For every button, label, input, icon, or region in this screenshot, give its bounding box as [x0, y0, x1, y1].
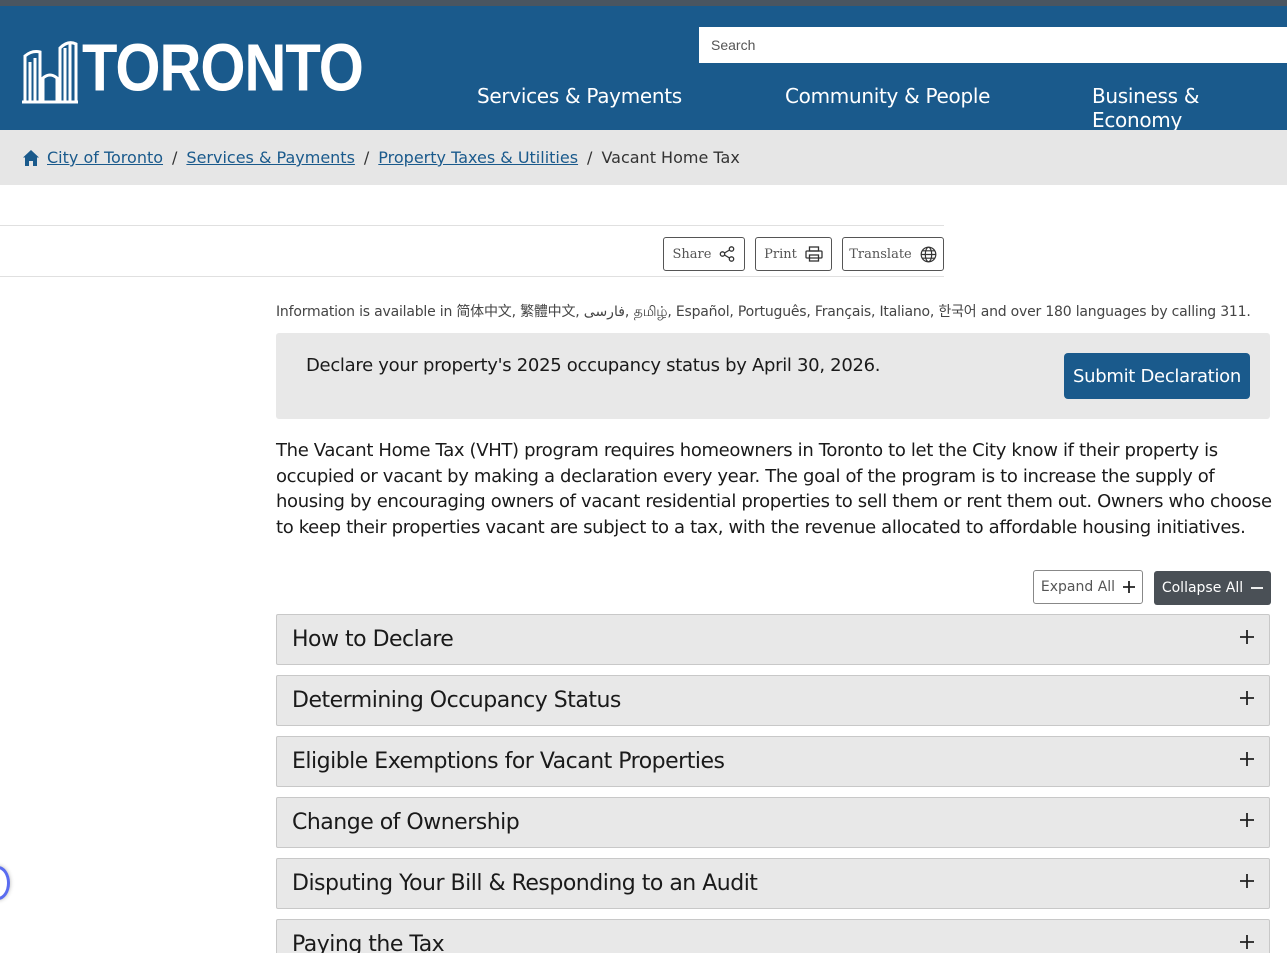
breadcrumb-city-of-toronto[interactable]: City of Toronto: [47, 148, 163, 167]
breadcrumb-current: Vacant Home Tax: [601, 148, 740, 167]
plus-icon: [1240, 630, 1254, 644]
plus-icon: [1240, 691, 1254, 705]
print-button[interactable]: Print: [755, 237, 832, 271]
plus-icon: [1240, 752, 1254, 766]
share-button[interactable]: Share: [663, 237, 745, 271]
breadcrumb-services-payments[interactable]: Services & Payments: [186, 148, 355, 167]
divider: [0, 276, 944, 277]
accordion-how-to-declare[interactable]: How to Declare: [276, 614, 1270, 665]
plus-icon: [1240, 813, 1254, 827]
accordion-disputing-bill[interactable]: Disputing Your Bill & Responding to an A…: [276, 858, 1270, 909]
intro-paragraph: The Vacant Home Tax (VHT) program requir…: [276, 440, 1272, 538]
accordion-title: Eligible Exemptions for Vacant Propertie…: [292, 749, 725, 774]
collapse-all-label: Collapse All: [1161, 580, 1244, 596]
share-icon: [720, 246, 735, 262]
site-header: TORONTO Services & Payments Community & …: [0, 6, 1287, 132]
accordion-determining-occupancy[interactable]: Determining Occupancy Status: [276, 675, 1270, 726]
city-hall-icon: [22, 41, 78, 104]
accordion-paying-the-tax[interactable]: Paying the Tax: [276, 919, 1270, 953]
share-label: Share: [672, 246, 712, 262]
breadcrumb-separator: /: [363, 148, 370, 167]
search-input[interactable]: [699, 27, 1287, 63]
accessibility-widget-icon[interactable]: [0, 866, 10, 900]
toronto-logo[interactable]: TORONTO: [22, 30, 364, 106]
minus-icon: [1251, 587, 1264, 589]
plus-icon: [1240, 874, 1254, 888]
nav-community-people[interactable]: Community & People: [785, 84, 990, 108]
globe-icon: [920, 246, 937, 262]
print-label: Print: [764, 246, 797, 262]
nav-services-payments[interactable]: Services & Payments: [477, 84, 682, 108]
breadcrumb: City of Toronto / Services & Payments / …: [0, 130, 1287, 185]
nav-business-economy[interactable]: Business & Economy: [1092, 84, 1287, 132]
expand-all-label: Expand All: [1040, 579, 1116, 595]
plus-icon: [1240, 935, 1254, 949]
logo-text: TORONTO: [82, 30, 364, 106]
language-info: Information is available in 简体中文, 繁體中文, …: [276, 304, 1251, 320]
declaration-notice: Declare your property's 2025 occupancy s…: [276, 333, 1270, 419]
submit-declaration-button[interactable]: Submit Declaration: [1064, 353, 1250, 399]
accordion-title: Disputing Your Bill & Responding to an A…: [292, 871, 758, 896]
expand-all-button[interactable]: Expand All: [1033, 570, 1143, 604]
accordion-title: Determining Occupancy Status: [292, 688, 621, 713]
printer-icon: [805, 246, 823, 262]
accordion-eligible-exemptions[interactable]: Eligible Exemptions for Vacant Propertie…: [276, 736, 1270, 787]
collapse-all-button[interactable]: Collapse All: [1154, 571, 1271, 605]
breadcrumb-separator: /: [587, 148, 593, 167]
translate-label: Translate: [849, 246, 912, 262]
accordion-change-of-ownership[interactable]: Change of Ownership: [276, 797, 1270, 848]
home-icon[interactable]: [22, 149, 40, 167]
breadcrumb-separator: /: [172, 148, 178, 167]
accordion-title: Change of Ownership: [292, 810, 520, 835]
translate-button[interactable]: Translate: [842, 237, 944, 271]
plus-icon: [1123, 581, 1136, 593]
notice-text: Declare your property's 2025 occupancy s…: [306, 355, 881, 376]
accordion-title: How to Declare: [292, 627, 454, 652]
divider: [0, 225, 944, 226]
accordion-title: Paying the Tax: [292, 932, 445, 953]
breadcrumb-property-taxes[interactable]: Property Taxes & Utilities: [378, 148, 578, 167]
